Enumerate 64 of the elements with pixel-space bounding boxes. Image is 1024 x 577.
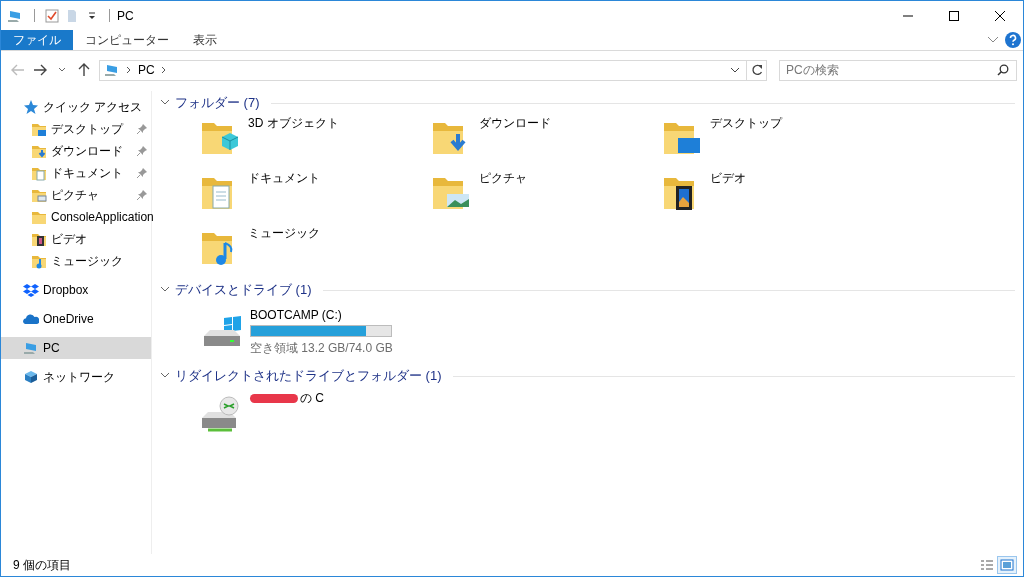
- dropbox-icon: [23, 282, 39, 298]
- group-heading[interactable]: フォルダー (7): [175, 94, 260, 112]
- back-arrow-icon: [11, 64, 25, 76]
- sidebar-item[interactable]: ダウンロード: [1, 140, 151, 162]
- breadcrumb[interactable]: PC: [138, 63, 155, 77]
- maximize-icon: [949, 10, 959, 21]
- sidebar-item[interactable]: PC: [1, 337, 151, 359]
- folder-music-icon: [31, 253, 47, 269]
- search-field[interactable]: PCの検索: [779, 59, 1017, 81]
- refresh-icon: [750, 64, 763, 76]
- dropdown-icon: [87, 10, 97, 21]
- sidebar-item[interactable]: ドキュメント: [1, 162, 151, 184]
- folder-item[interactable]: ミュージック: [200, 223, 431, 278]
- sidebar-item[interactable]: デスクトップ: [1, 118, 151, 140]
- ribbon-tab[interactable]: 表示: [181, 30, 229, 50]
- folder-item[interactable]: ダウンロード: [431, 113, 662, 168]
- chevron-right-icon: [160, 66, 167, 74]
- sidebar-item[interactable]: ピクチャ: [1, 184, 151, 206]
- folder-item[interactable]: 3D オブジェクト: [200, 113, 431, 168]
- address-bar[interactable]: PC: [99, 59, 747, 81]
- sidebar-item[interactable]: ビデオ: [1, 228, 151, 250]
- ribbon-tab[interactable]: ファイル: [1, 30, 73, 50]
- chevron-right-icon: [126, 66, 132, 74]
- folder-download-icon: [31, 143, 47, 159]
- computer-icon: [104, 62, 120, 78]
- sidebar-item[interactable]: Dropbox: [1, 279, 151, 301]
- help-button[interactable]: [1003, 30, 1023, 50]
- cloud-icon: [23, 311, 39, 327]
- sidebar-item[interactable]: ネットワーク: [1, 366, 151, 388]
- drive-item[interactable]: BOOTCAMP (C:) 空き領域 13.2 GB/74.0 GB: [200, 300, 662, 364]
- forward-arrow-icon: [33, 64, 47, 76]
- help-icon: [1005, 32, 1021, 48]
- sidebar-item[interactable]: OneDrive: [1, 308, 151, 330]
- details-view-icon: [980, 559, 994, 571]
- folder-item[interactable]: ピクチャ: [431, 168, 662, 223]
- chevron-down-icon: [730, 67, 740, 73]
- folder-document-icon: [31, 165, 47, 181]
- star-icon: [23, 99, 39, 115]
- folder-picture-icon: [31, 187, 47, 203]
- item-count: 9 個の項目: [13, 556, 71, 574]
- sidebar-item[interactable]: ConsoleApplication: [1, 206, 151, 228]
- network-drive-item[interactable]: の C: [250, 390, 324, 407]
- chevron-down-icon: [987, 36, 999, 44]
- sidebar-item[interactable]: ミュージック: [1, 250, 151, 272]
- folder-desktop-icon: [31, 121, 47, 137]
- free-space-text: 空き領域 13.2 GB/74.0 GB: [250, 339, 393, 357]
- folder-item[interactable]: デスクトップ: [662, 113, 893, 168]
- group-heading[interactable]: リダイレクトされたドライブとフォルダー (1): [175, 367, 442, 385]
- window-title: PC: [117, 8, 134, 23]
- computer-icon: [23, 340, 39, 356]
- folder-film-icon: [31, 231, 47, 247]
- ribbon-tab[interactable]: コンピューター: [73, 30, 181, 50]
- refresh-button[interactable]: [747, 59, 767, 81]
- checklist-icon: [45, 8, 59, 23]
- chevron-down-icon: [58, 67, 66, 73]
- close-icon: [995, 10, 1005, 21]
- folder-item[interactable]: ビデオ: [662, 168, 893, 223]
- large-icons-view-button[interactable]: [997, 556, 1017, 574]
- folder-item[interactable]: ドキュメント: [200, 168, 431, 223]
- group-heading[interactable]: デバイスとドライブ (1): [175, 281, 312, 299]
- search-icon: [997, 63, 1009, 76]
- sidebar-item[interactable]: クイック アクセス: [1, 96, 151, 118]
- large-icons-view-icon: [1000, 559, 1014, 571]
- up-arrow-icon: [78, 63, 90, 77]
